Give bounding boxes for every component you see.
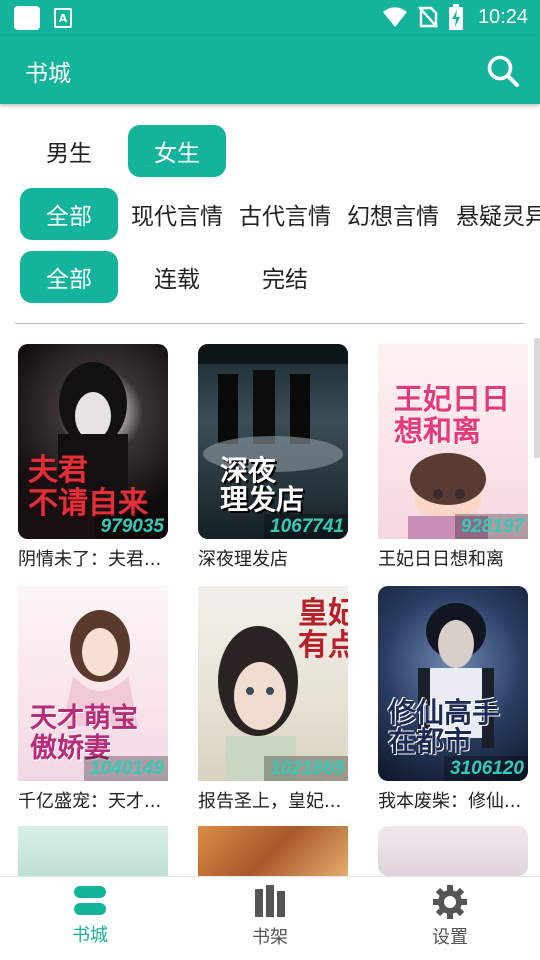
nav-label: 设置 <box>432 927 468 948</box>
read-count: 3106120 <box>444 756 528 781</box>
status-all[interactable]: 全部 <box>20 251 118 303</box>
book-cover <box>18 826 168 876</box>
cover-title: 夫君 不请自来 <box>28 453 148 521</box>
status-bar: A 10:24 <box>0 0 540 36</box>
tab-female[interactable]: 女生 <box>128 125 226 177</box>
nav-label: 书架 <box>252 927 288 948</box>
book-title: 阴情未了：夫君... <box>18 549 162 570</box>
book-cover: 王妃日日 想和离 928197 <box>378 344 528 539</box>
search-button[interactable] <box>486 54 520 88</box>
category-ancient-romance[interactable]: 古代言情 <box>236 188 334 240</box>
book-cover: 皇妃 有点傻 1021869 <box>198 586 348 781</box>
battery-charging-icon <box>448 4 463 30</box>
divider <box>15 323 525 324</box>
status-completed[interactable]: 完结 <box>236 251 334 303</box>
book-title: 报告圣上，皇妃... <box>198 791 342 812</box>
status-time: 10:24 <box>477 5 528 28</box>
book-cover: 修仙高手 在都市 3106120 <box>378 586 528 781</box>
book-card[interactable] <box>378 826 528 876</box>
book-cover <box>198 826 348 876</box>
cover-title: 修仙高手 在都市 <box>388 696 501 759</box>
read-count: 1040149 <box>84 756 168 781</box>
book-card[interactable]: 夫君 不请自来 979035 阴情未了：夫君... <box>18 344 168 571</box>
book-card[interactable]: 深夜 理发店 1067741 深夜理发店 <box>198 344 348 571</box>
bookshelf-icon <box>255 885 285 917</box>
book-card[interactable]: 修仙高手 在都市 3106120 我本废柴：修仙... <box>378 586 528 813</box>
book-card[interactable]: 王妃日日 想和离 928197 王妃日日想和离 <box>378 344 528 571</box>
book-card[interactable]: 皇妃 有点傻 1021869 报告圣上，皇妃... <box>198 586 348 813</box>
category-all[interactable]: 全部 <box>20 188 118 240</box>
book-cover: 夫君 不请自来 979035 <box>18 344 168 539</box>
bookstore-icon <box>74 886 106 915</box>
nav-bookstore[interactable]: 书城 <box>30 885 150 947</box>
read-count: 1067741 <box>264 514 348 539</box>
read-count: 979035 <box>94 514 168 539</box>
category-fantasy-romance[interactable]: 幻想言情 <box>344 188 442 240</box>
cover-title: 深夜 理发店 <box>220 454 305 517</box>
book-card[interactable] <box>18 826 168 876</box>
tab-male[interactable]: 男生 <box>20 125 118 177</box>
cover-title: 天才萌宝 傲娇妻 <box>30 703 138 764</box>
status-serializing[interactable]: 连载 <box>128 251 226 303</box>
read-count: 1021869 <box>264 756 348 781</box>
wifi-icon <box>382 7 407 27</box>
app-a-icon: A <box>54 8 72 28</box>
scrollbar[interactable] <box>534 338 540 458</box>
category-modern-romance[interactable]: 现代言情 <box>128 188 226 240</box>
cover-title: 皇妃 有点傻 <box>298 596 348 663</box>
book-title: 我本废柴：修仙... <box>378 791 522 812</box>
book-card[interactable]: 天才萌宝 傲娇妻 1040149 千亿盛宠：天才... <box>18 586 168 813</box>
book-title: 王妃日日想和离 <box>378 549 504 570</box>
category-mystery[interactable]: 悬疑灵异 <box>452 188 540 240</box>
book-card[interactable] <box>198 826 348 876</box>
book-cover: 天才萌宝 傲娇妻 1040149 <box>18 586 168 781</box>
app-square-icon <box>14 6 40 30</box>
book-cover <box>378 826 528 876</box>
nav-settings[interactable]: 设置 <box>390 885 510 949</box>
search-icon <box>487 55 519 87</box>
bottom-navigation: 书城 书架 设置 <box>0 876 540 960</box>
page-title: 书城 <box>25 61 71 87</box>
book-title: 深夜理发店 <box>198 549 288 570</box>
gear-icon <box>433 885 467 919</box>
book-title: 千亿盛宠：天才... <box>18 791 162 812</box>
book-cover: 深夜 理发店 1067741 <box>198 344 348 539</box>
app-bar: 书城 <box>0 36 540 104</box>
nav-label: 书城 <box>72 925 108 946</box>
no-sim-icon <box>418 6 438 28</box>
nav-bookshelf[interactable]: 书架 <box>210 885 330 949</box>
read-count: 928197 <box>454 514 528 539</box>
cover-title: 王妃日日 想和离 <box>394 382 511 448</box>
